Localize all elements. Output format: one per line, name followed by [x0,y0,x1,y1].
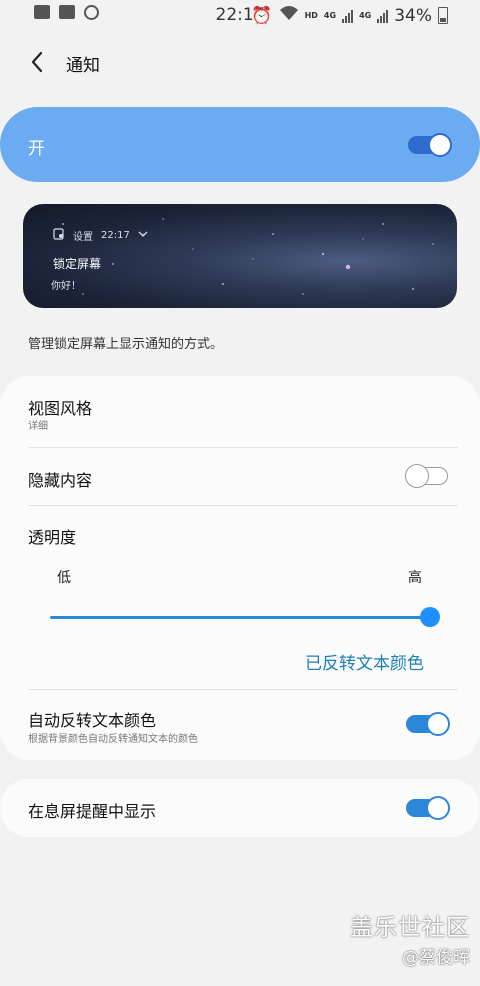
transparency-title: 透明度 [28,528,77,547]
toggle-thumb [428,133,452,157]
auto-invert-title[interactable]: 自动反转文本颜色 [28,707,156,731]
transparency-low-label: 低 [57,570,71,586]
transparency-slider-track[interactable] [50,616,432,619]
divider [28,447,458,448]
signal-icon [342,9,354,23]
app-header: 通知 [0,40,480,84]
page-title: 通知 [66,56,100,76]
view-style-title[interactable]: 视图风格 [28,395,92,419]
inverted-text-label[interactable]: 已反转文本颜色 [305,649,424,674]
watermark-community: 盖乐世社区 [350,915,470,941]
hd-label: HD [304,11,318,20]
master-switch-label: 开 [28,139,45,159]
chevron-left-icon[interactable] [26,50,50,74]
divider [28,689,458,690]
preview-body: 你好！ [51,281,81,292]
toggle-thumb [426,712,450,736]
alarm-icon: ⏰ [251,5,273,26]
status-bar: 22:17 ⏰ HD 4G 4G 34% [0,0,480,30]
system-icons: ⏰ HD 4G 4G 34% [251,5,448,26]
network-type-2: 4G [359,11,372,20]
divider [28,505,458,506]
master-switch-bar[interactable]: 开 [0,107,480,182]
watermark-author: @蔡俊晖 [402,948,470,968]
hide-content-title[interactable]: 隐藏内容 [28,467,92,491]
settings-app-icon [53,228,65,243]
aod-card: 在息屏提醒中显示 [0,779,480,837]
lockscreen-preview: 设置 22:17 锁定屏幕 你好！ [23,204,457,308]
hide-content-toggle[interactable] [405,464,448,488]
preview-header: 设置 22:17 [53,228,148,243]
master-toggle[interactable] [408,133,452,157]
wifi-icon [279,5,299,26]
aod-toggle[interactable] [406,796,450,820]
section-description: 管理锁定屏幕上显示通知的方式。 [28,337,224,352]
view-style-value: 详细 [28,421,48,432]
settings-card: 视图风格 详细 隐藏内容 透明度 低 高 已反转文本颜色 自动反转文本颜色 根据… [0,376,480,760]
signal-icon-2 [377,9,389,23]
transparency-high-label: 高 [408,570,422,586]
network-type-1: 4G [323,11,337,20]
preview-time: 22:17 [101,230,130,241]
toggle-thumb [426,796,450,820]
chevron-down-icon [138,230,148,241]
auto-invert-toggle[interactable] [406,712,450,736]
toggle-thumb [405,464,429,488]
transparency-slider-thumb[interactable] [420,607,440,627]
auto-invert-subtitle: 根据背景颜色自动反转通知文本的颜色 [28,734,198,745]
aod-title[interactable]: 在息屏提醒中显示 [28,798,156,822]
preview-app-name: 设置 [73,232,93,243]
battery-icon [438,7,448,24]
battery-percent: 34% [394,5,432,26]
preview-title: 锁定屏幕 [53,257,102,271]
